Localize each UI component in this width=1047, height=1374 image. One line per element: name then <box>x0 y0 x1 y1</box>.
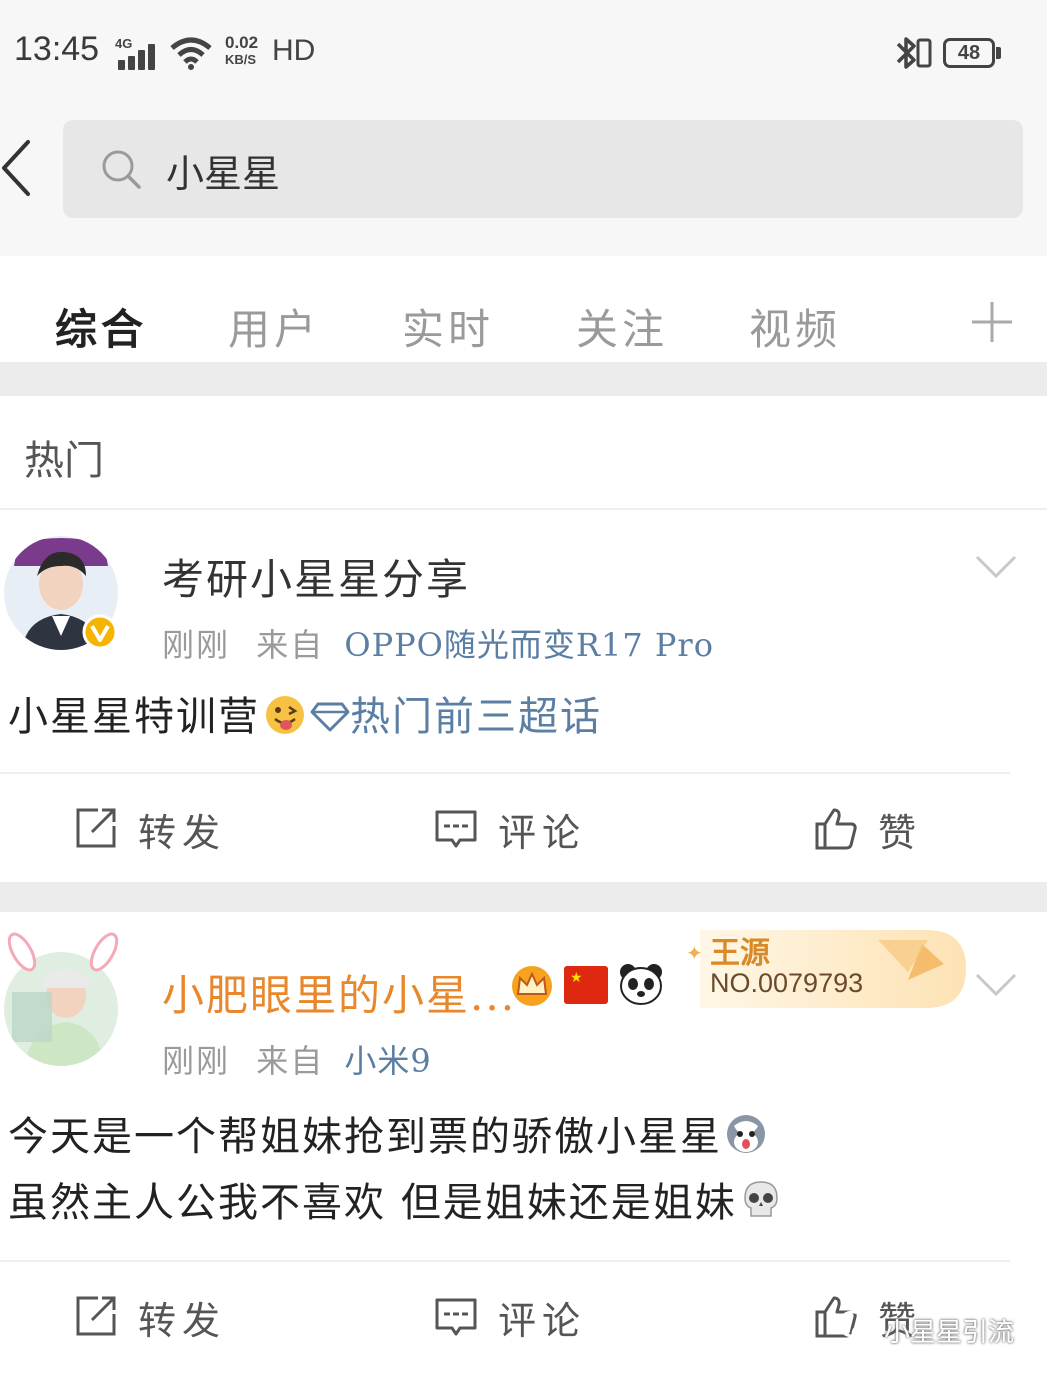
panda-icon <box>620 964 662 1005</box>
chevron-down-icon[interactable] <box>975 554 1017 580</box>
post-text: 今天是一个帮姐妹抢到票的骄傲小星星 虽然主人公我不喜欢 但是姐妹还是姐妹 <box>8 1104 783 1236</box>
section-gap <box>0 362 1047 396</box>
fan-badge-name: 王源 <box>710 936 770 971</box>
topic-link[interactable]: 热门前三超话 <box>350 694 602 740</box>
svg-text:✦: ✦ <box>686 941 703 965</box>
skull-emoji-icon <box>739 1176 783 1220</box>
bluetooth-icon <box>896 37 932 69</box>
watermark-text: 小星星引流 <box>884 1318 1015 1348</box>
post-text: 小星星特训营 热门前三超话 <box>8 684 602 750</box>
post-text-line: 今天是一个帮姐妹抢到票的骄傲小星星 <box>8 1114 722 1160</box>
divider <box>0 1260 1010 1262</box>
thumbs-up-icon <box>815 808 857 850</box>
post-username[interactable]: 小肥眼里的小星... <box>162 962 516 1023</box>
china-flag-icon: ★ <box>564 966 608 1004</box>
battery-icon: 48 <box>943 38 995 68</box>
repost-icon <box>76 1296 116 1336</box>
chevron-down-icon[interactable] <box>975 972 1017 998</box>
divider <box>0 772 1010 774</box>
back-button[interactable] <box>0 136 40 200</box>
tab-comprehensive[interactable]: 综合 <box>55 296 147 357</box>
search-tabs: 综合 用户 实时 关注 视频 <box>0 256 1047 362</box>
fan-badge-number: NO.0079793 <box>710 968 864 998</box>
post-meta: 刚刚 来自 小米9 <box>162 1036 432 1082</box>
post-time: 刚刚 <box>162 626 231 664</box>
signal-icon <box>118 44 162 70</box>
battery-tip <box>996 47 1001 59</box>
post-gap <box>0 882 1047 912</box>
like-label: 赞 <box>878 811 923 855</box>
svg-text:★: ★ <box>570 970 583 986</box>
add-tab-icon[interactable] <box>970 300 1014 344</box>
tab-video[interactable]: 视频 <box>749 296 841 357</box>
comment-label: 评论 <box>498 1299 587 1343</box>
repost-icon <box>76 808 116 848</box>
post-source[interactable]: 小米9 <box>344 1042 431 1080</box>
post-time: 刚刚 <box>162 1042 231 1080</box>
comment-label: 评论 <box>498 811 587 855</box>
bunny-ears-icon <box>7 932 119 972</box>
post-text-line: 虽然主人公我不喜欢 但是姐妹还是姐妹 <box>8 1180 737 1226</box>
hd-indicator: HD <box>272 34 316 67</box>
fan-badge[interactable]: ✦ 王源 NO.0079793 <box>682 920 970 1012</box>
husky-emoji-icon <box>724 1110 768 1154</box>
tab-realtime[interactable]: 实时 <box>402 296 494 357</box>
comment-icon <box>435 1298 477 1336</box>
comment-icon <box>435 810 477 848</box>
search-input[interactable] <box>166 142 966 198</box>
post-username[interactable]: 考研小星星分享 <box>162 546 470 607</box>
wechat-icon <box>837 1310 879 1346</box>
post-source[interactable]: OPPO随光而变R17 Pro <box>344 626 714 664</box>
tongue-emoji-icon <box>264 690 306 734</box>
verified-badge-icon <box>82 614 118 650</box>
hot-section-title: 热门 <box>24 438 104 484</box>
post-from-label: 来自 <box>256 626 325 664</box>
wifi-icon <box>170 37 212 70</box>
speed-unit: KB/S <box>225 52 257 67</box>
crown-icon <box>512 966 552 1006</box>
post-meta: 刚刚 来自 OPPO随光而变R17 Pro <box>162 620 714 666</box>
tab-following[interactable]: 关注 <box>576 296 668 357</box>
post-text-line: 小星星特训营 <box>8 694 260 740</box>
speed-value: 0.02 <box>225 33 259 52</box>
repost-label: 转发 <box>138 1299 227 1343</box>
repost-label: 转发 <box>138 811 227 855</box>
diamond-icon <box>310 688 350 732</box>
post-from-label: 来自 <box>256 1042 325 1080</box>
tab-users[interactable]: 用户 <box>228 296 320 357</box>
network-speed: 0.02 KB/S <box>225 34 258 68</box>
search-icon <box>102 150 141 189</box>
status-time: 13:45 <box>14 30 100 68</box>
hot-section-header <box>0 396 1047 510</box>
